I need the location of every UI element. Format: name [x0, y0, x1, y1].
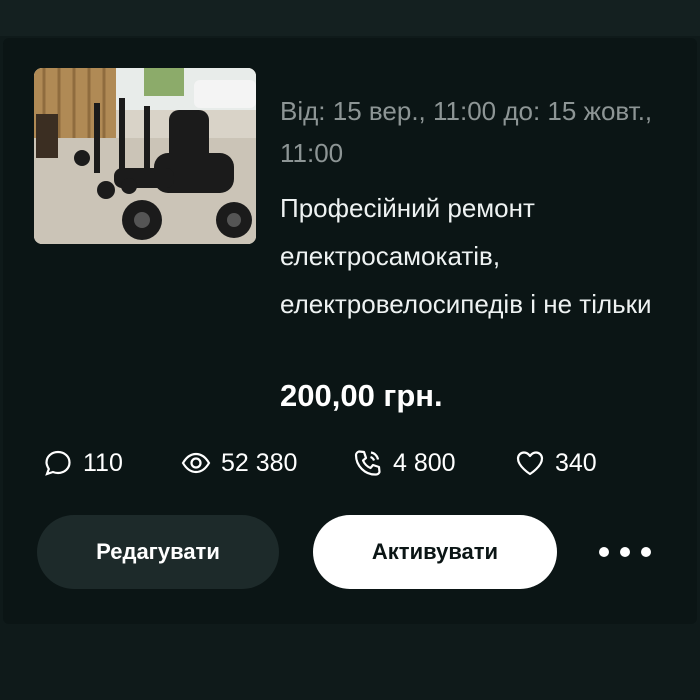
stat-views: 52 380: [181, 443, 297, 483]
listing-period: Від: 15 вер., 11:00 до: 15 жовт., 11:00: [280, 96, 653, 168]
more-dot: [599, 547, 609, 557]
chat-bubble-icon: [43, 448, 73, 478]
activate-button[interactable]: Активувати: [313, 515, 557, 589]
stat-calls: 4 800: [353, 443, 456, 483]
favorites-count: 340: [555, 448, 597, 477]
eye-icon: [181, 448, 211, 478]
edit-button[interactable]: Редагувати: [37, 515, 279, 589]
scooter-shop-image: [34, 68, 256, 244]
views-count: 52 380: [221, 448, 298, 477]
listing-photo[interactable]: [34, 68, 256, 244]
more-dots-icon[interactable]: [599, 534, 651, 570]
more-dot: [620, 547, 630, 557]
stat-favorites: 340: [515, 443, 597, 483]
messages-count: 110: [83, 448, 123, 477]
calls-count: 4 800: [393, 448, 456, 477]
heart-icon: [515, 448, 545, 478]
listing-stats: 110 52 380 4 800 340: [3, 443, 697, 483]
listing-title[interactable]: Професійний ремонт електросамокатів, еле…: [280, 184, 680, 328]
listing-card: Від: 15 вер., 11:00 до: 15 жовт., 11:00 …: [3, 38, 697, 624]
listing-price: 200,00 грн.: [280, 378, 443, 413]
more-dot: [641, 547, 651, 557]
stat-messages: 110: [43, 443, 123, 483]
phone-icon: [353, 448, 383, 478]
top-bar: [0, 0, 700, 36]
